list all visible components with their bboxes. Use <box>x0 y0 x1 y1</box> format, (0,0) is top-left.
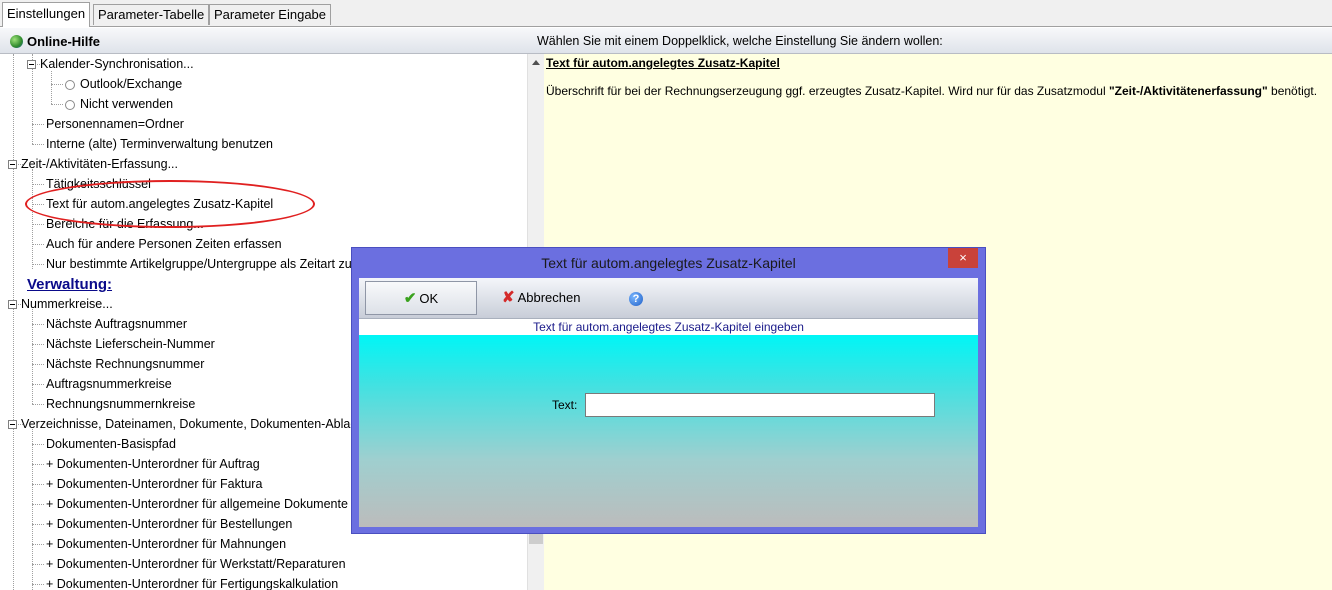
dialog-input-area: Text: <box>359 335 978 527</box>
info-text-bold: "Zeit-/Aktivitätenerfassung" <box>1108 84 1268 98</box>
tree-item-label: Zeit-/Aktivitäten-Erfassung... <box>21 157 179 171</box>
tree-item[interactable]: Tätigkeitsschlüssel <box>46 174 151 194</box>
tree-item[interactable]: + Dokumenten-Unterordner für Faktura <box>46 474 262 494</box>
tree-item-outlook[interactable]: Outlook/Exchange <box>65 74 182 94</box>
tree-item-label: Kalender-Synchronisation... <box>40 57 194 71</box>
cancel-label: Abbrechen <box>517 290 581 305</box>
ok-label: OK <box>419 291 439 306</box>
dialog-subtitle: Text für autom.angelegtes Zusatz-Kapitel… <box>359 319 978 335</box>
tree-item[interactable]: Auch für andere Personen Zeiten erfassen <box>46 234 282 254</box>
tree-item[interactable]: Personennamen=Ordner <box>46 114 184 134</box>
tree-item[interactable]: Nur bestimmte Artikelgruppe/Untergruppe … <box>46 254 388 274</box>
tree-item[interactable]: Dokumenten-Basispfad <box>46 434 176 454</box>
help-button[interactable]: ? <box>629 281 643 315</box>
tree-item[interactable]: Auftragsnummerkreise <box>46 374 172 394</box>
check-icon: ✔ <box>403 290 417 307</box>
info-text-part: benötigt. <box>1267 84 1318 98</box>
info-title: Text für autom.angelegtes Zusatz-Kapitel <box>546 56 780 70</box>
collapse-icon[interactable] <box>8 160 17 170</box>
tree-item-selected[interactable]: Text für autom.angelegtes Zusatz-Kapitel <box>46 194 273 214</box>
tree-item[interactable]: + Dokumenten-Unterordner für Bestellunge… <box>46 514 292 534</box>
radio-icon[interactable] <box>65 79 75 90</box>
online-help-label: Online-Hilfe <box>27 34 100 49</box>
tree-item[interactable]: + Dokumenten-Unterordner für allgemeine … <box>46 494 348 514</box>
help-icon: ? <box>629 291 643 306</box>
scroll-up-icon[interactable] <box>532 60 540 65</box>
cancel-button[interactable]: ✘ Abbrechen <box>502 281 580 315</box>
tab-einstellungen[interactable]: Einstellungen <box>2 2 91 27</box>
online-help-button[interactable]: Online-Hilfe <box>10 34 100 49</box>
section-heading-verwaltung: Verwaltung: <box>27 276 113 293</box>
tree-item-zeit-erfassung[interactable]: Zeit-/Aktivitäten-Erfassung... <box>8 154 178 174</box>
tree-item-label: Verzeichnisse, Dateinamen, Dokumente, Do… <box>21 417 375 431</box>
tree-item[interactable]: Nächste Auftragsnummer <box>46 314 187 334</box>
tree-item-label: Nummerkreise... <box>21 297 113 311</box>
tree-item[interactable]: Bereiche für die Erfassung... <box>46 214 204 234</box>
collapse-icon[interactable] <box>8 420 17 430</box>
tree-item-nummerkreise[interactable]: Nummerkreise... <box>8 294 113 314</box>
instruction-text: Wählen Sie mit einem Doppelklick, welche… <box>537 34 943 48</box>
tree-item[interactable]: + Dokumenten-Unterordner für Auftrag <box>46 454 260 474</box>
cancel-x-icon: ✘ <box>502 289 515 306</box>
tree-item[interactable]: Interne (alte) Terminverwaltung benutzen <box>46 134 273 154</box>
tree-item-verzeichnisse[interactable]: Verzeichnisse, Dateinamen, Dokumente, Do… <box>8 414 375 434</box>
tree-item[interactable]: + Dokumenten-Unterordner für Werkstatt/R… <box>46 554 346 574</box>
info-description: Überschrift für bei der Rechnungserzeugu… <box>546 84 1317 98</box>
close-button[interactable]: × <box>948 248 978 268</box>
text-input[interactable] <box>585 393 935 417</box>
header-bar: Online-Hilfe Wählen Sie mit einem Doppel… <box>0 28 1332 54</box>
edit-dialog: Text für autom.angelegtes Zusatz-Kapitel… <box>351 247 986 534</box>
tree-item-kalender-sync[interactable]: Kalender-Synchronisation... <box>27 54 194 74</box>
tree-item-label: Outlook/Exchange <box>80 77 183 91</box>
tree-item[interactable]: + Dokumenten-Unterordner für Mahnungen <box>46 534 286 554</box>
tab-parameter-tabelle[interactable]: Parameter-Tabelle <box>93 4 210 25</box>
radio-icon[interactable] <box>65 99 75 110</box>
tree-item[interactable]: + Dokumenten-Unterordner für Fertigungsk… <box>46 574 338 590</box>
dialog-toolbar: ✔ OK ✘ Abbrechen ? <box>359 278 978 319</box>
info-text-part: Überschrift für bei der Rechnungserzeugu… <box>546 84 1109 98</box>
tab-bar: Einstellungen Parameter-Tabelle Paramete… <box>0 0 1332 27</box>
dialog-title: Text für autom.angelegtes Zusatz-Kapitel <box>541 255 796 271</box>
tree-item-label: Nicht verwenden <box>80 97 174 111</box>
tree-item-nicht-verwenden[interactable]: Nicht verwenden <box>65 94 173 114</box>
dialog-body: ✔ OK ✘ Abbrechen ? Text für autom.angelegt… <box>359 278 978 527</box>
tree-item[interactable]: Rechnungsnummernkreise <box>46 394 195 414</box>
ok-button[interactable]: ✔ OK <box>365 281 477 315</box>
tab-parameter-eingabe[interactable]: Parameter Eingabe <box>209 4 332 25</box>
tree-item[interactable]: Nächste Lieferschein-Nummer <box>46 334 215 354</box>
globe-icon <box>10 35 23 48</box>
collapse-icon[interactable] <box>27 60 36 70</box>
tree-item[interactable]: Nächste Rechnungsnummer <box>46 354 204 374</box>
text-field-label: Text: <box>552 398 578 412</box>
collapse-icon[interactable] <box>8 300 17 310</box>
